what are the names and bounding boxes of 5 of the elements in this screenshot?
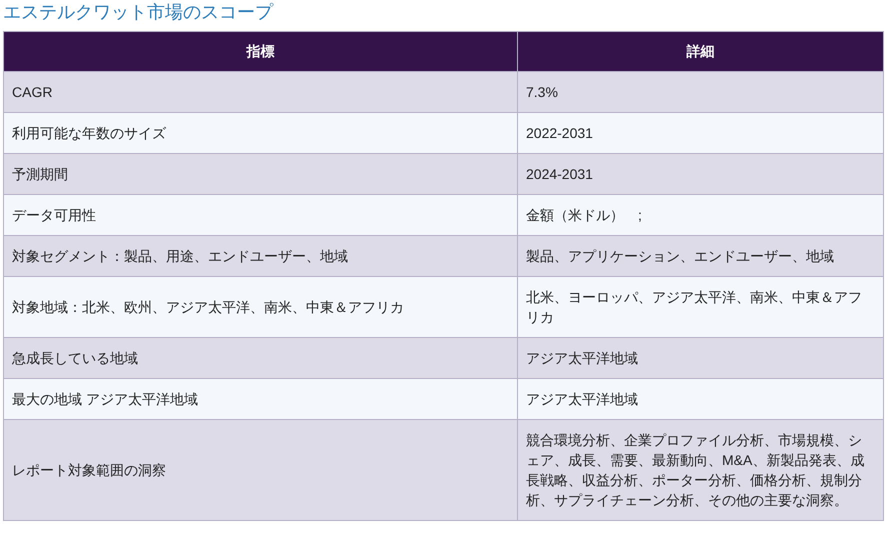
section-title: エステルクワット市場のスコープ xyxy=(3,1,274,24)
table-cell: 競合環境分析、企業プロファイル分析、市場規模、シェア、成長、需要、最新動向、M&A、新製品発表、成長戦略、収益分析、ポーター分析、価格分析、規制分析、サプライチェーン分析、その他の主要な洞察。 xyxy=(518,420,884,520)
column-header: 詳細 xyxy=(518,32,884,72)
table-cell: レポート対象範囲の洞察 xyxy=(4,420,518,520)
column-header: 指標 xyxy=(4,32,518,72)
